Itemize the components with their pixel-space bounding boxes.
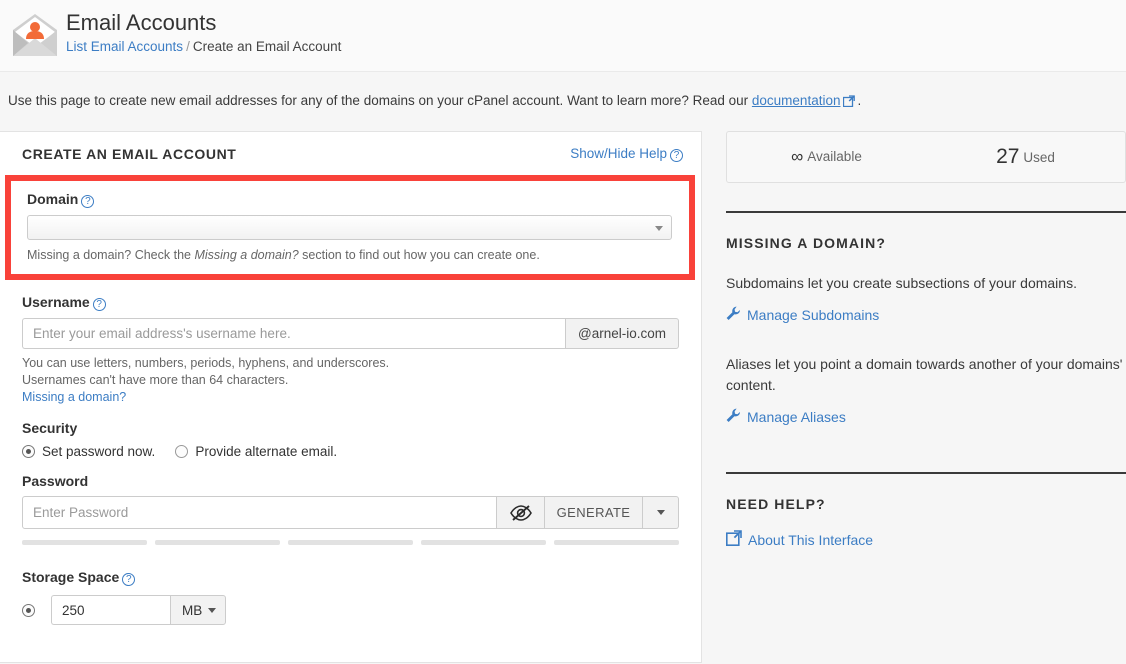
strength-segment: [22, 540, 147, 545]
radio-provide-alternate-email-label[interactable]: Provide alternate email.: [195, 444, 337, 459]
manage-subdomains-label: Manage Subdomains: [747, 307, 879, 323]
page-title: Email Accounts: [66, 10, 341, 36]
storage-space-section: Storage Space? MB: [22, 569, 679, 625]
wrench-icon: [726, 306, 741, 324]
username-hints: You can use letters, numbers, periods, h…: [22, 355, 679, 406]
storage-help-icon[interactable]: ?: [122, 573, 135, 586]
about-this-interface-link[interactable]: About This Interface: [726, 530, 873, 549]
strength-segment: [421, 540, 546, 545]
domain-hint-after: section to find out how you can create o…: [299, 248, 540, 262]
strength-segment: [288, 540, 413, 545]
username-label: Username?: [22, 294, 679, 311]
strength-segment: [554, 540, 679, 545]
panel-header: CREATE AN EMAIL ACCOUNT Show/Hide Help?: [0, 132, 701, 175]
eye-slash-icon[interactable]: [497, 496, 545, 529]
intro-text-before: Use this page to create new email addres…: [8, 93, 752, 108]
password-label: Password: [22, 473, 679, 489]
subdomains-description: Subdomains let you create subsections of…: [726, 273, 1126, 294]
domain-hint: Missing a domain? Check the Missing a do…: [27, 247, 672, 263]
account-counter: ∞ Available 27 Used: [726, 131, 1126, 183]
username-domain-addon: @arnel-io.com: [565, 318, 679, 349]
radio-set-password-now-label[interactable]: Set password now.: [42, 444, 155, 459]
breadcrumb-separator: /: [186, 39, 190, 54]
external-link-icon: [843, 94, 855, 112]
need-help-heading: NEED HELP?: [726, 496, 1126, 512]
available-value: ∞: [791, 147, 803, 166]
used-value: 27: [996, 145, 1019, 168]
intro-text: Use this page to create new email addres…: [0, 72, 1126, 112]
password-section: Password GENERATE: [22, 473, 679, 545]
used-label: Used: [1023, 150, 1055, 165]
security-section: Security Set password now. Provide alter…: [22, 420, 679, 459]
missing-a-domain-link[interactable]: Missing a domain?: [22, 390, 126, 404]
storage-space-label-text: Storage Space: [22, 569, 119, 585]
aliases-description: Aliases let you point a domain towards a…: [726, 354, 1126, 396]
page-header: Email Accounts List Email Accounts/Creat…: [0, 0, 1126, 72]
chevron-down-icon: [208, 608, 216, 613]
used-counter: 27 Used: [926, 145, 1125, 169]
domain-help-icon[interactable]: ?: [81, 195, 94, 208]
sidebar-divider-top: [726, 211, 1126, 213]
available-label: Available: [807, 149, 862, 164]
password-input[interactable]: [22, 496, 497, 529]
storage-quota-input[interactable]: [51, 595, 170, 625]
wrench-icon: [726, 408, 741, 426]
chevron-down-icon: [655, 226, 663, 231]
domain-label-text: Domain: [27, 191, 78, 207]
email-accounts-icon: [10, 12, 60, 58]
missing-a-domain-section: MISSING A DOMAIN? Subdomains let you cre…: [726, 235, 1126, 428]
breadcrumb-link-list-email-accounts[interactable]: List Email Accounts: [66, 39, 183, 54]
username-section: Username? @arnel-io.com You can use lett…: [22, 294, 679, 406]
username-label-text: Username: [22, 294, 90, 310]
strength-segment: [155, 540, 280, 545]
about-this-interface-label: About This Interface: [748, 532, 873, 548]
domain-label: Domain?: [27, 191, 672, 208]
username-input[interactable]: [22, 318, 565, 349]
chevron-down-icon: [657, 510, 665, 515]
sidebar: ∞ Available 27 Used MISSING A DOMAIN? Subd…: [726, 131, 1126, 551]
radio-set-password-now[interactable]: [22, 445, 35, 458]
storage-unit-label: MB: [182, 603, 202, 618]
documentation-link[interactable]: documentation: [752, 93, 841, 108]
manage-aliases-label: Manage Aliases: [747, 409, 846, 425]
storage-unit-dropdown[interactable]: MB: [170, 595, 226, 625]
security-label: Security: [22, 420, 679, 436]
username-hint-2: Usernames can't have more than 64 charac…: [22, 372, 679, 389]
content-area: CREATE AN EMAIL ACCOUNT Show/Hide Help? …: [0, 112, 1126, 663]
domain-hint-italic: Missing a domain?: [194, 248, 298, 262]
help-question-icon[interactable]: ?: [670, 149, 683, 162]
show-hide-help-toggle[interactable]: Show/Hide Help?: [570, 146, 683, 162]
storage-space-label: Storage Space?: [22, 569, 679, 586]
need-help-section: NEED HELP? About This Interface: [726, 472, 1126, 551]
username-hint-1: You can use letters, numbers, periods, h…: [22, 355, 679, 372]
missing-a-domain-heading: MISSING A DOMAIN?: [726, 235, 1126, 251]
password-strength-meter: [22, 540, 679, 545]
intro-text-after: .: [857, 93, 861, 108]
domain-select[interactable]: [27, 215, 672, 240]
username-help-icon[interactable]: ?: [93, 298, 106, 311]
breadcrumb-current: Create an Email Account: [193, 39, 342, 54]
manage-aliases-link[interactable]: Manage Aliases: [726, 408, 846, 426]
external-link-icon: [726, 530, 742, 549]
domain-hint-before: Missing a domain? Check the: [27, 248, 194, 262]
password-options-dropdown[interactable]: [643, 496, 679, 529]
manage-subdomains-link[interactable]: Manage Subdomains: [726, 306, 879, 324]
radio-provide-alternate-email[interactable]: [175, 445, 188, 458]
sidebar-spacer: [726, 326, 1126, 354]
domain-highlight-box: Domain? Missing a domain? Check the Miss…: [5, 175, 695, 280]
panel-title: CREATE AN EMAIL ACCOUNT: [22, 146, 236, 162]
available-counter: ∞ Available: [727, 147, 926, 167]
generate-password-button[interactable]: GENERATE: [545, 496, 643, 529]
sidebar-divider-bottom: [726, 472, 1126, 474]
breadcrumb: List Email Accounts/Create an Email Acco…: [66, 38, 341, 56]
create-email-account-panel: CREATE AN EMAIL ACCOUNT Show/Hide Help? …: [0, 131, 702, 663]
radio-storage-fixed[interactable]: [22, 604, 35, 617]
show-hide-help-label: Show/Hide Help: [570, 146, 667, 161]
